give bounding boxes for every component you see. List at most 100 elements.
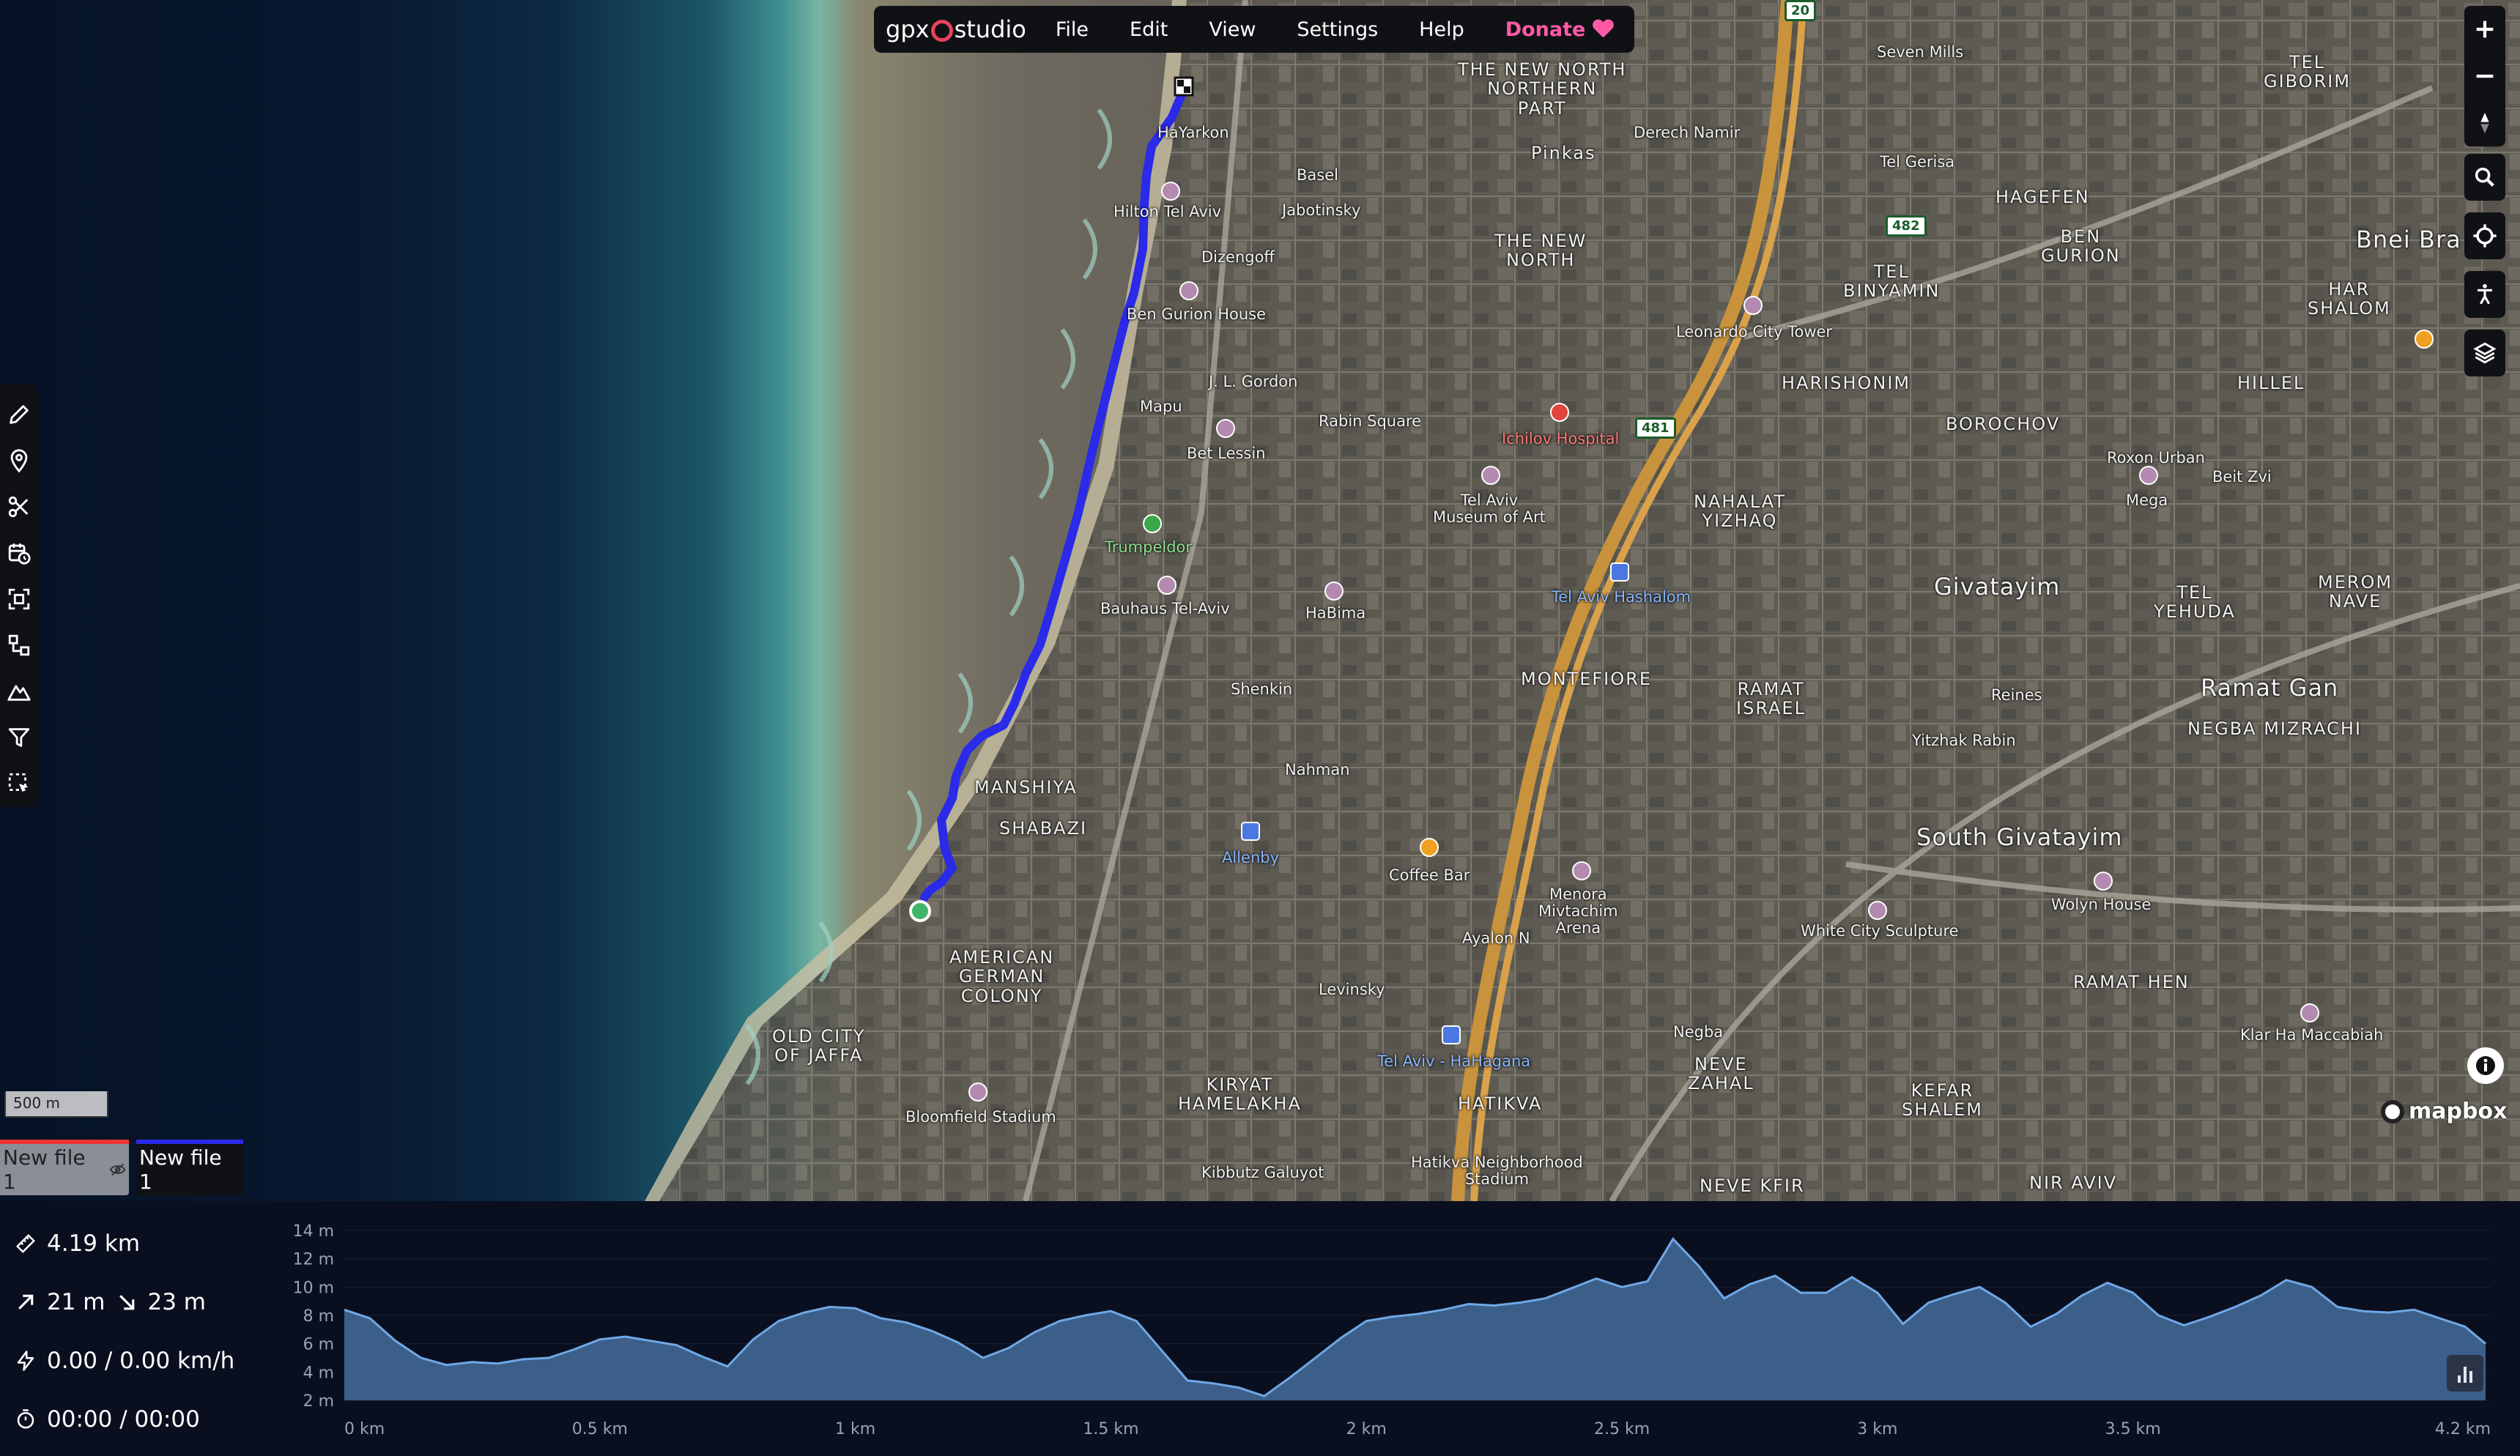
search-button[interactable] [2464,154,2505,201]
zoom-in-icon [2476,21,2494,38]
mapbox-logo-icon [2381,1099,2404,1123]
merge-tool-button[interactable] [0,623,38,669]
chart-options-button[interactable] [2447,1355,2483,1392]
stadium-poi-icon[interactable] [1572,861,1591,880]
museum-poi-icon[interactable] [1216,419,1235,438]
museum-poi-icon[interactable] [1157,576,1176,595]
map-view[interactable]: 20 482 481 THE NEW NORTH NORTHERN PART P… [0,0,2520,1201]
app-logo[interactable]: gpx studio [886,15,1026,43]
theatre-poi-icon[interactable] [1324,582,1344,601]
train-station-icon[interactable] [1610,562,1629,582]
elevation-chart[interactable]: 14 m 12 m 10 m 8 m 6 m 4 m 2 m 0 km 0.5 km 1 km 1… [264,1216,2505,1456]
stadium-poi-icon[interactable] [2300,1003,2319,1022]
stopwatch-icon [17,1409,34,1429]
eye-off-icon[interactable] [109,1161,126,1178]
time-tool-button[interactable] [0,530,38,576]
filter-tool-button[interactable] [0,715,38,761]
map-label: White City Sculpture [1801,922,1959,940]
park-poi-icon[interactable] [1143,514,1162,533]
x-tick-label: 2.5 km [1594,1420,1650,1438]
locate-button[interactable] [2464,212,2505,259]
zoom-out-button[interactable] [2464,53,2505,100]
train-station-icon[interactable] [1241,822,1260,841]
elevation-down-value: 23 m [147,1289,207,1315]
map-label: Mapu [1140,398,1182,415]
shop-poi-icon[interactable] [2139,466,2158,485]
file-tab-active[interactable]: New file 1 [136,1140,243,1195]
x-tick-label: 3.5 km [2105,1420,2161,1438]
fuel-poi-icon[interactable] [2415,330,2434,349]
arrow-down-right-icon [119,1295,134,1310]
map-label: J. L. Gordon [1209,373,1298,390]
elevation-tool-button[interactable] [0,669,38,715]
map-label: AMERICAN GERMAN COLONY [949,947,1055,1006]
compass-button[interactable] [2464,100,2505,146]
scale-bar: 500 m [4,1091,108,1118]
file-tab-hidden[interactable]: New file 1 [0,1140,129,1195]
mapbox-logo-text: mapbox [2409,1099,2508,1124]
hotel-poi-icon[interactable] [1161,182,1180,201]
map-label: BEN GURION [2041,226,2121,267]
menu-edit[interactable]: Edit [1130,18,1168,41]
map-label: TEL BINYAMIN [1843,261,1941,302]
menu-view[interactable]: View [1209,18,1256,41]
museum-poi-icon[interactable] [1481,466,1500,485]
cafe-poi-icon[interactable] [1420,838,1439,857]
route-tool-button[interactable] [0,391,38,437]
map-label: Coffee Bar [1389,866,1470,884]
compass-icon [2480,112,2489,134]
hospital-poi-icon[interactable] [1550,403,1569,422]
map-label: Givatayim [1934,573,2061,601]
map-label: Tel Aviv Hashalom [1552,588,1691,606]
search-icon [2475,167,2494,187]
map-pin-icon [10,449,28,472]
stat-speed: 0.00 / 0.00 km/h [15,1348,234,1374]
menu-help[interactable]: Help [1419,18,1464,41]
menu-file[interactable]: File [1056,18,1089,41]
scissors-tool-button[interactable] [0,483,38,530]
street-view-button[interactable] [2464,271,2505,318]
map-label: Ichilov Hospital [1502,430,1620,447]
donate-button[interactable]: Donate [1505,18,1614,41]
reduce-tool-button[interactable] [0,576,38,622]
building-poi-icon[interactable] [1743,296,1763,315]
focus-scan-icon [8,588,30,610]
map-base-layer [645,0,2520,1201]
map-label: Jabotinsky [1282,201,1361,219]
museum-poi-icon[interactable] [1179,281,1198,300]
menu-settings[interactable]: Settings [1297,18,1378,41]
arrow-up-right-icon [18,1294,34,1310]
waypoint-tool-button[interactable] [0,437,38,483]
info-icon[interactable] [2467,1047,2504,1084]
elevation-area [344,1238,2486,1400]
map-label: Bauhaus Tel-Aviv [1100,600,1230,617]
zoom-controls [2464,6,2505,146]
y-tick-label: 4 m [303,1364,334,1382]
pencil-icon [10,404,29,424]
museum-poi-icon[interactable] [2094,872,2113,891]
map-label: Roxon Urban [2107,449,2205,467]
x-tick-label: 0.5 km [572,1420,628,1438]
map-label: BOROCHOV [1946,414,2061,434]
map-label: Nahman [1285,761,1350,779]
top-menu-bar: gpx studio File Edit View Settings Help … [874,6,1634,53]
route-shield: 481 [1635,417,1676,439]
layers-button[interactable] [2464,330,2505,376]
map-label: Shenkin [1231,680,1293,698]
x-tick-label: 0 km [344,1420,385,1438]
scissors-icon [8,496,29,517]
x-tick-label: 4.2 km [2435,1420,2491,1438]
zoom-in-button[interactable] [2464,6,2505,53]
donate-label: Donate [1505,18,1586,41]
x-tick-label: 1.5 km [1083,1420,1138,1438]
map-label: Leonardo City Tower [1676,323,1833,341]
select-tool-button[interactable] [0,761,38,807]
x-tick-label: 2 km [1346,1420,1387,1438]
map-label: Tel Aviv Museum of Art [1433,491,1546,527]
stadium-poi-icon[interactable] [968,1082,987,1102]
file-tab-label: New file 1 [139,1145,222,1194]
train-station-icon[interactable] [1442,1025,1461,1044]
layers-icon [2473,342,2497,364]
sculpture-poi-icon[interactable] [1868,901,1887,920]
map-label: Ayalon N [1462,929,1530,947]
